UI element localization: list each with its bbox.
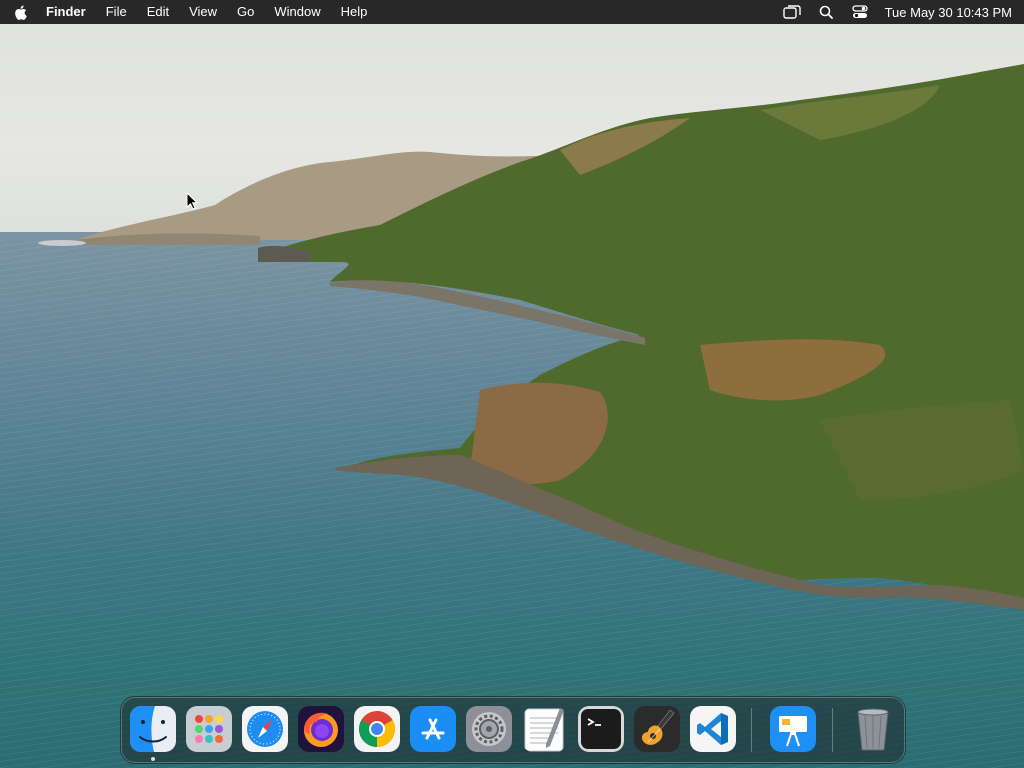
mouse-cursor-icon <box>186 191 199 215</box>
launchpad-icon <box>186 706 232 752</box>
finder-icon <box>130 706 176 752</box>
dock-separator <box>832 708 833 752</box>
dock-launchpad[interactable] <box>186 706 232 752</box>
dock-safari[interactable] <box>242 706 288 752</box>
dock-separator <box>751 708 752 752</box>
dock-garageband[interactable] <box>634 706 680 752</box>
dock-firefox[interactable] <box>298 706 344 752</box>
dock-keynote[interactable] <box>770 706 816 752</box>
vscode-icon <box>690 706 736 752</box>
menu-help[interactable]: Help <box>331 0 378 24</box>
menu-app-name[interactable]: Finder <box>40 0 96 24</box>
menu-window[interactable]: Window <box>264 0 330 24</box>
dock-vscode[interactable] <box>690 706 736 752</box>
textedit-icon <box>524 708 564 752</box>
desktop-wallpaper <box>0 0 1024 768</box>
trash-icon <box>857 708 889 751</box>
dock-trash[interactable] <box>850 706 896 752</box>
firefox-icon <box>298 706 344 752</box>
menu-bar-clock[interactable]: Tue May 30 10:43 PM <box>885 5 1012 20</box>
menu-edit[interactable]: Edit <box>137 0 179 24</box>
menu-bar: Finder File Edit View Go Window Help Tue… <box>0 0 1024 24</box>
menu-file[interactable]: File <box>96 0 137 24</box>
system-preferences-icon <box>466 706 512 752</box>
dock-textedit[interactable] <box>522 706 568 752</box>
running-indicator <box>151 757 155 761</box>
dock-app-store[interactable] <box>410 706 456 752</box>
menu-go[interactable]: Go <box>227 0 264 24</box>
spotlight-search-icon[interactable] <box>809 0 843 24</box>
terminal-icon <box>578 706 624 752</box>
dock-chrome[interactable] <box>354 706 400 752</box>
screen-mirroring-icon[interactable] <box>775 0 809 24</box>
safari-icon <box>242 706 288 752</box>
dock-terminal[interactable] <box>578 706 624 752</box>
control-center-icon[interactable] <box>843 0 877 24</box>
app-store-icon <box>410 706 456 752</box>
menu-view[interactable]: View <box>179 0 227 24</box>
dock <box>121 697 905 763</box>
dock-system-preferences[interactable] <box>466 706 512 752</box>
chrome-icon <box>354 706 400 752</box>
garageband-icon <box>634 706 680 752</box>
keynote-icon <box>770 706 816 752</box>
dock-finder[interactable] <box>130 706 176 752</box>
apple-logo-icon[interactable] <box>0 0 40 24</box>
